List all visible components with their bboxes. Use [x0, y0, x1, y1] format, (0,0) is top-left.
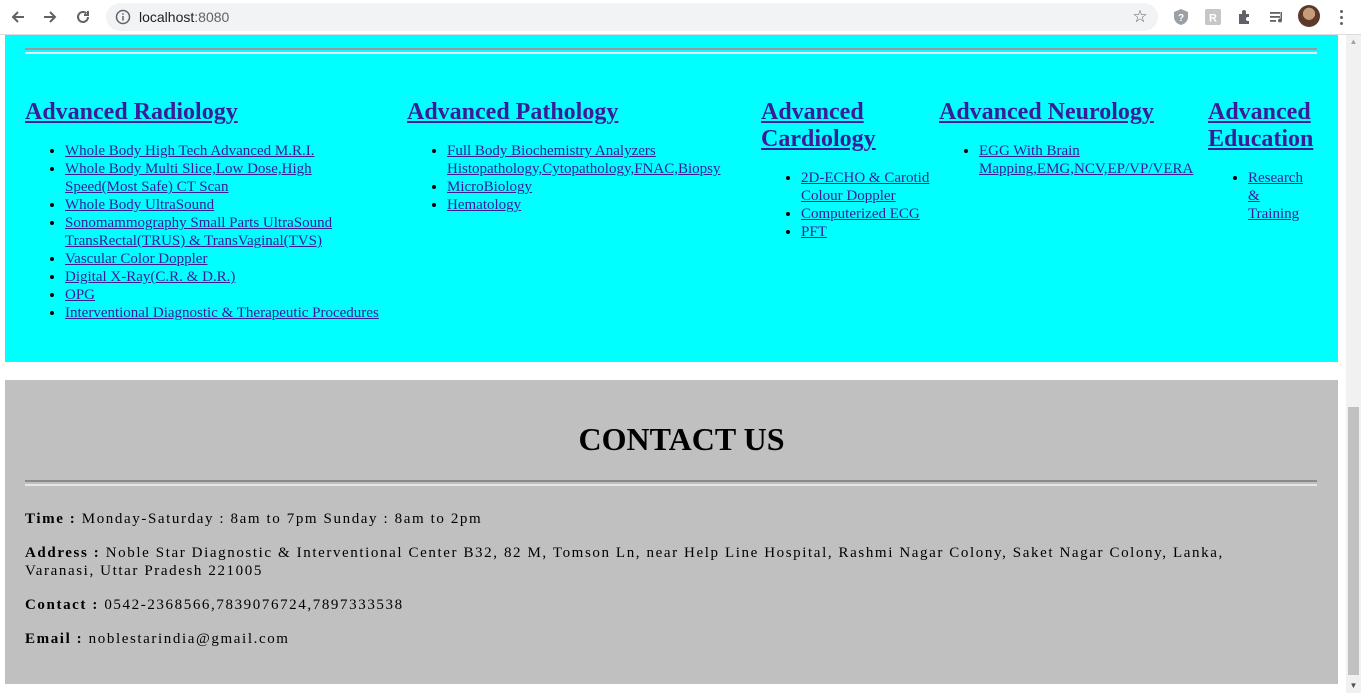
- neurology-heading-link[interactable]: Advanced Neurology: [939, 99, 1154, 125]
- cardiology-column: Advanced Cardiology 2D-ECHO & Carotid Co…: [761, 99, 939, 241]
- list-item: Computerized ECG: [801, 205, 939, 223]
- contact-section: CONTACT US Time : Monday-Saturday : 8am …: [5, 380, 1338, 684]
- services-section: Advanced Radiology Whole Body High Tech …: [5, 35, 1338, 362]
- email-label: Email :: [25, 631, 84, 647]
- neurology-column: Advanced Neurology EGG With Brain Mappin…: [939, 99, 1207, 178]
- cardiology-heading-link[interactable]: Advanced Cardiology: [761, 99, 876, 152]
- address-line: Address : Noble Star Diagnostic & Interv…: [25, 544, 1295, 580]
- url-host: localhost: [139, 9, 195, 25]
- address-label: Address :: [25, 545, 101, 561]
- media-queue-icon[interactable]: [1266, 6, 1288, 28]
- service-link[interactable]: Interventional Diagnostic & Therapeutic …: [65, 305, 379, 321]
- scroll-up-arrow-icon[interactable]: ▲: [1346, 35, 1361, 49]
- education-heading: Advanced Education: [1208, 99, 1320, 153]
- education-column: Advanced Education Research & Training: [1208, 99, 1320, 223]
- service-link[interactable]: Sonomammography Small Parts UltraSound T…: [65, 215, 332, 249]
- education-list: Research & Training: [1208, 169, 1320, 223]
- service-link[interactable]: 2D-ECHO & Carotid Colour Doppler: [801, 170, 929, 204]
- url-port: :8080: [194, 9, 230, 25]
- address-bar[interactable]: localhost:8080 ☆: [106, 3, 1158, 31]
- list-item: EGG With Brain Mapping,EMG,NCV,EP/VP/VER…: [979, 142, 1209, 178]
- extensions-puzzle-icon[interactable]: [1234, 6, 1256, 28]
- list-item: Interventional Diagnostic & Therapeutic …: [65, 304, 405, 322]
- service-link[interactable]: Whole Body Multi Slice,Low Dose,High Spe…: [65, 161, 312, 195]
- back-arrow-icon: [11, 11, 24, 23]
- url-text: localhost:8080: [139, 9, 229, 25]
- list-item: Whole Body Multi Slice,Low Dose,High Spe…: [65, 160, 345, 196]
- service-link[interactable]: Digital X-Ray(C.R. & D.R.): [65, 269, 235, 285]
- contact-line: Contact : 0542-2368566,7839076724,789733…: [25, 596, 1305, 614]
- time-value: Monday-Saturday : 8am to 7pm Sunday : 8a…: [81, 511, 483, 527]
- browser-toolbar: localhost:8080 ☆ ? R: [0, 0, 1361, 35]
- list-item: PFT: [801, 223, 939, 241]
- readme-extension-icon[interactable]: R: [1202, 6, 1224, 28]
- bookmark-star-icon[interactable]: ☆: [1130, 7, 1150, 27]
- help-extension-icon[interactable]: ?: [1170, 6, 1192, 28]
- list-item: Research & Training: [1248, 169, 1310, 223]
- service-link[interactable]: Vascular Color Doppler: [65, 251, 207, 267]
- list-item: Hematology: [447, 196, 747, 214]
- list-item: MicroBiology: [447, 178, 747, 196]
- service-link[interactable]: EGG With Brain Mapping,EMG,NCV,EP/VP/VER…: [979, 143, 1193, 177]
- list-item: OPG: [65, 286, 405, 304]
- browser-menu-icon[interactable]: [1332, 6, 1350, 28]
- radiology-heading-link[interactable]: Advanced Radiology: [25, 99, 238, 125]
- contact-title: CONTACT US: [578, 421, 785, 457]
- cardiology-list: 2D-ECHO & Carotid Colour Doppler Compute…: [761, 169, 939, 241]
- list-item: Whole Body UltraSound: [65, 196, 405, 214]
- address-value: Noble Star Diagnostic & Interventional C…: [25, 545, 1224, 579]
- pathology-heading-link[interactable]: Advanced Pathology: [407, 99, 618, 125]
- list-item: 2D-ECHO & Carotid Colour Doppler: [801, 169, 939, 205]
- pathology-column: Advanced Pathology Full Body Biochemistr…: [407, 99, 747, 214]
- radiology-column: Advanced Radiology Whole Body High Tech …: [25, 99, 405, 322]
- service-link[interactable]: Whole Body High Tech Advanced M.R.I.: [65, 143, 314, 159]
- contact-label: Contact :: [25, 597, 99, 613]
- service-link[interactable]: Full Body Biochemistry Analyzers Histopa…: [447, 143, 721, 177]
- email-line: Email : noblestarindia@gmail.com: [25, 630, 1305, 648]
- radiology-heading: Advanced Radiology: [25, 99, 405, 126]
- cardiology-heading: Advanced Cardiology: [761, 99, 886, 153]
- scroll-thumb[interactable]: [1348, 407, 1359, 675]
- list-item: Vascular Color Doppler: [65, 250, 405, 268]
- email-value: noblestarindia@gmail.com: [88, 631, 290, 647]
- list-item: Whole Body High Tech Advanced M.R.I.: [65, 142, 405, 160]
- forward-button[interactable]: [38, 5, 62, 29]
- list-item: Sonomammography Small Parts UltraSound T…: [65, 214, 360, 250]
- reload-icon: [77, 10, 89, 23]
- service-link[interactable]: Computerized ECG: [801, 206, 920, 222]
- list-item: Full Body Biochemistry Analyzers Histopa…: [447, 142, 742, 178]
- service-link[interactable]: Research & Training: [1248, 170, 1303, 222]
- svg-text:?: ?: [1178, 13, 1184, 24]
- neurology-heading: Advanced Neurology: [939, 99, 1207, 126]
- pathology-list: Full Body Biochemistry Analyzers Histopa…: [407, 142, 747, 214]
- services-divider: [25, 48, 1317, 54]
- neurology-list: EGG With Brain Mapping,EMG,NCV,EP/VP/VER…: [939, 142, 1207, 178]
- profile-avatar[interactable]: [1298, 5, 1320, 27]
- list-item: Digital X-Ray(C.R. & D.R.): [65, 268, 405, 286]
- page-scrollbar[interactable]: ▲ ▼: [1346, 35, 1361, 693]
- service-link[interactable]: OPG: [65, 287, 95, 303]
- contact-divider: [25, 480, 1317, 486]
- svg-text:R: R: [1209, 13, 1217, 25]
- service-link[interactable]: MicroBiology: [447, 179, 532, 195]
- service-link[interactable]: Hematology: [447, 197, 521, 213]
- scroll-down-arrow-icon[interactable]: ▼: [1346, 679, 1361, 693]
- pathology-heading: Advanced Pathology: [407, 99, 747, 126]
- service-link[interactable]: Whole Body UltraSound: [65, 197, 214, 213]
- contact-value: 0542-2368566,7839076724,7897333538: [104, 597, 404, 613]
- radiology-list: Whole Body High Tech Advanced M.R.I. Who…: [25, 142, 405, 322]
- back-button[interactable]: [6, 5, 30, 29]
- site-info-icon[interactable]: [114, 8, 132, 26]
- reload-button[interactable]: [71, 5, 95, 29]
- education-heading-link[interactable]: Advanced Education: [1208, 99, 1313, 152]
- forward-arrow-icon: [44, 11, 57, 23]
- service-link[interactable]: PFT: [801, 224, 827, 240]
- time-line: Time : Monday-Saturday : 8am to 7pm Sund…: [25, 510, 1305, 528]
- time-label: Time :: [25, 511, 77, 527]
